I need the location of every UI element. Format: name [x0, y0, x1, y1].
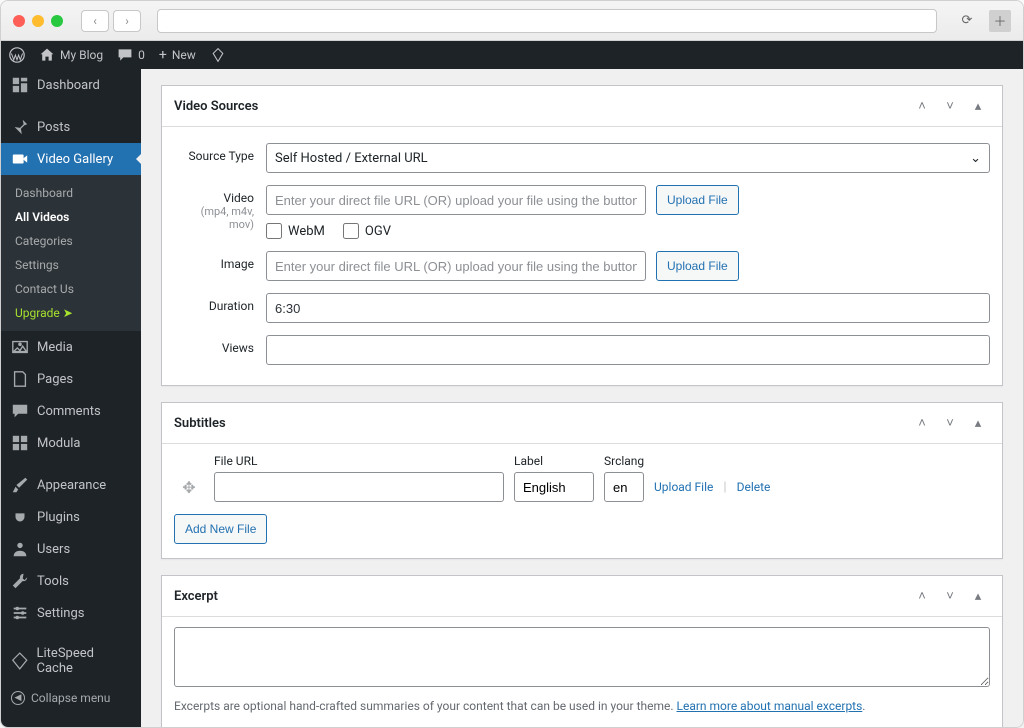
move-up-icon[interactable]: ˄ — [910, 94, 934, 118]
move-up-icon[interactable]: ˄ — [910, 411, 934, 435]
sidebar-item-plugins[interactable]: Plugins — [1, 501, 141, 533]
sub-dashboard[interactable]: Dashboard — [1, 181, 141, 205]
move-down-icon[interactable]: ˅ — [938, 411, 962, 435]
forward-button[interactable]: › — [113, 10, 141, 32]
file-url-header: File URL — [214, 454, 514, 468]
collapse-menu[interactable]: ◀ Collapse menu — [1, 683, 141, 713]
user-icon — [11, 540, 29, 558]
srclang-header: Srclang — [604, 454, 654, 468]
new-tab-button[interactable]: ＋ — [989, 10, 1011, 32]
drag-handle-icon[interactable]: ✥ — [174, 478, 204, 497]
comment-icon — [11, 402, 29, 420]
sidebar-item-media[interactable]: Media — [1, 331, 141, 363]
move-up-icon[interactable]: ˄ — [910, 584, 934, 608]
source-type-select[interactable]: Self Hosted / External URL ⌄ — [266, 143, 990, 173]
source-type-label: Source Type — [174, 143, 266, 163]
media-icon — [11, 338, 29, 356]
sliders-icon — [11, 604, 29, 622]
grid-icon — [11, 434, 29, 452]
subtitle-label-input[interactable] — [514, 472, 594, 502]
views-label: Views — [174, 335, 266, 355]
url-bar[interactable] — [157, 9, 937, 33]
admin-sidebar: Dashboard Posts Video Gallery Dashboard … — [1, 69, 141, 727]
sidebar-item-comments[interactable]: Comments — [1, 395, 141, 427]
video-upload-button[interactable]: Upload File — [656, 185, 739, 215]
wrench-icon — [11, 572, 29, 590]
move-down-icon[interactable]: ˅ — [938, 94, 962, 118]
chevron-down-icon: ⌄ — [970, 151, 981, 166]
add-new-file-button[interactable]: Add New File — [174, 514, 267, 544]
back-button[interactable]: ‹ — [81, 10, 109, 32]
sub-settings[interactable]: Settings — [1, 253, 141, 277]
excerpt-box: Excerpt ˄ ˅ ▴ Excerpts are optional hand… — [161, 575, 1003, 727]
video-url-input[interactable] — [266, 185, 646, 215]
subtitle-delete-link[interactable]: Delete — [737, 480, 771, 494]
sidebar-item-settings[interactable]: Settings — [1, 597, 141, 629]
sidebar-item-appearance[interactable]: Appearance — [1, 469, 141, 501]
main-content: Video Sources ˄ ˅ ▴ Source Type Self Hos… — [141, 69, 1023, 727]
excerpt-title: Excerpt — [174, 589, 218, 604]
subtitles-title: Subtitles — [174, 416, 226, 431]
refresh-button[interactable]: ⟳ — [953, 10, 981, 32]
plug-icon — [11, 508, 29, 526]
excerpt-learn-more-link[interactable]: Learn more about manual excerpts — [677, 699, 863, 713]
subtitle-url-input[interactable] — [214, 472, 504, 502]
toggle-panel-icon[interactable]: ▴ — [966, 411, 990, 435]
sidebar-item-pages[interactable]: Pages — [1, 363, 141, 395]
toggle-panel-icon[interactable]: ▴ — [966, 584, 990, 608]
sub-contact-us[interactable]: Contact Us — [1, 277, 141, 301]
video-label: Video (mp4, m4v, mov) — [174, 185, 266, 231]
ogv-checkbox[interactable]: OGV — [343, 223, 391, 239]
sidebar-item-tools[interactable]: Tools — [1, 565, 141, 597]
comments-link[interactable]: 0 — [117, 47, 145, 63]
sidebar-item-litespeed[interactable]: LiteSpeed Cache — [1, 639, 141, 683]
window-close-icon[interactable] — [13, 15, 25, 27]
sub-upgrade[interactable]: Upgrade ➤ — [1, 301, 141, 325]
collapse-icon: ◀ — [11, 691, 25, 705]
subtitle-row: ✥ Upload File | Delete — [174, 472, 990, 502]
window-zoom-icon[interactable] — [51, 15, 63, 27]
sidebar-item-video-gallery[interactable]: Video Gallery — [1, 143, 141, 175]
image-upload-button[interactable]: Upload File — [656, 251, 739, 281]
excerpt-description: Excerpts are optional hand-crafted summa… — [174, 699, 990, 713]
video-gallery-submenu: Dashboard All Videos Categories Settings… — [1, 175, 141, 331]
video-sources-box: Video Sources ˄ ˅ ▴ Source Type Self Hos… — [161, 85, 1003, 386]
webm-checkbox[interactable]: WebM — [266, 223, 325, 239]
bolt-icon — [11, 652, 29, 670]
browser-titlebar: ‹ › ⟳ ＋ — [1, 1, 1023, 41]
sidebar-item-dashboard[interactable]: Dashboard — [1, 69, 141, 101]
duration-label: Duration — [174, 293, 266, 313]
label-header: Label — [514, 454, 604, 468]
wp-admin-bar: My Blog 0 + New — [1, 41, 1023, 69]
pin-icon — [11, 118, 29, 136]
sub-all-videos[interactable]: All Videos — [1, 205, 141, 229]
video-icon — [11, 150, 29, 168]
toggle-panel-icon[interactable]: ▴ — [966, 94, 990, 118]
page-icon — [11, 370, 29, 388]
image-label: Image — [174, 251, 266, 271]
subtitle-lang-input[interactable] — [604, 472, 644, 502]
dashboard-icon — [11, 76, 29, 94]
subtitles-box: Subtitles ˄ ˅ ▴ File URL Label Srclang ✥ — [161, 402, 1003, 559]
new-content-link[interactable]: + New — [159, 47, 196, 63]
wp-logo[interactable] — [9, 47, 25, 63]
sub-categories[interactable]: Categories — [1, 229, 141, 253]
sidebar-item-modula[interactable]: Modula — [1, 427, 141, 459]
window-minimize-icon[interactable] — [32, 15, 44, 27]
duration-input[interactable] — [266, 293, 990, 323]
sidebar-item-users[interactable]: Users — [1, 533, 141, 565]
brush-icon — [11, 476, 29, 494]
diamond-icon[interactable] — [210, 47, 226, 63]
video-sources-title: Video Sources — [174, 99, 258, 114]
excerpt-textarea[interactable] — [174, 627, 990, 687]
image-url-input[interactable] — [266, 251, 646, 281]
sidebar-item-posts[interactable]: Posts — [1, 111, 141, 143]
views-input[interactable] — [266, 335, 990, 365]
move-down-icon[interactable]: ˅ — [938, 584, 962, 608]
subtitle-upload-link[interactable]: Upload File — [654, 480, 713, 494]
site-link[interactable]: My Blog — [39, 47, 103, 63]
